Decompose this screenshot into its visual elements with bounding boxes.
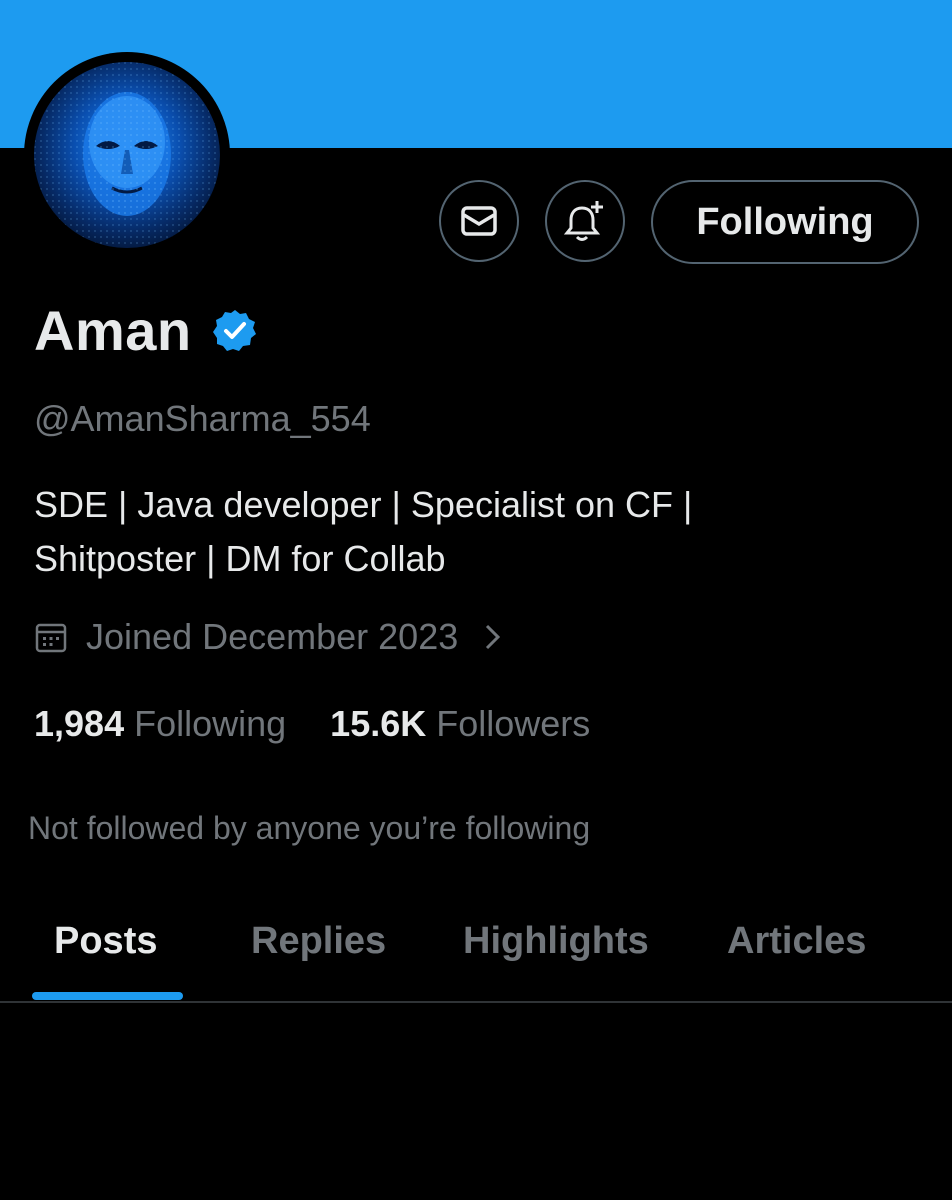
avatar[interactable] (34, 62, 220, 248)
calendar-icon (35, 623, 67, 653)
profile-name-row: Aman (34, 298, 258, 363)
profile-name: Aman (34, 299, 192, 362)
message-button[interactable] (439, 180, 519, 262)
tab-replies[interactable]: Replies (251, 920, 386, 963)
profile-bio: SDE | Java developer | Specialist on CF … (34, 484, 693, 579)
following-count: 1,984 (34, 703, 125, 744)
notify-button[interactable] (545, 180, 625, 262)
profile-tabs: Posts Replies Highlights Articles (0, 900, 952, 1002)
verified-badge-icon[interactable] (212, 308, 258, 354)
following-button[interactable]: Following (651, 180, 919, 264)
followers-count: 15.6K (330, 703, 427, 744)
chevron-right-icon (486, 624, 501, 650)
tabs-divider (0, 1001, 952, 1003)
following-label: Following (134, 703, 287, 744)
avatar-frame (24, 52, 230, 258)
profile-stats: 1,984 Following 15.6K Followers (34, 703, 634, 745)
tab-highlights[interactable]: Highlights (463, 920, 649, 963)
tab-posts[interactable]: Posts (54, 920, 157, 963)
following-stat[interactable]: 1,984 Following (34, 703, 286, 745)
masked-face-avatar-icon (34, 62, 220, 248)
joined-row[interactable]: Joined December 2023 (34, 616, 504, 658)
joined-date: Joined December 2023 (86, 616, 459, 657)
tab-articles[interactable]: Articles (727, 920, 866, 963)
social-context: Not followed by anyone you’re following (28, 810, 591, 846)
active-tab-indicator (32, 992, 183, 1000)
profile-handle: @AmanSharma_554 (34, 398, 371, 439)
followers-stat[interactable]: 15.6K Followers (330, 703, 590, 745)
envelope-icon (461, 206, 497, 236)
followers-label: Followers (436, 703, 591, 744)
bell-plus-icon (563, 201, 603, 241)
